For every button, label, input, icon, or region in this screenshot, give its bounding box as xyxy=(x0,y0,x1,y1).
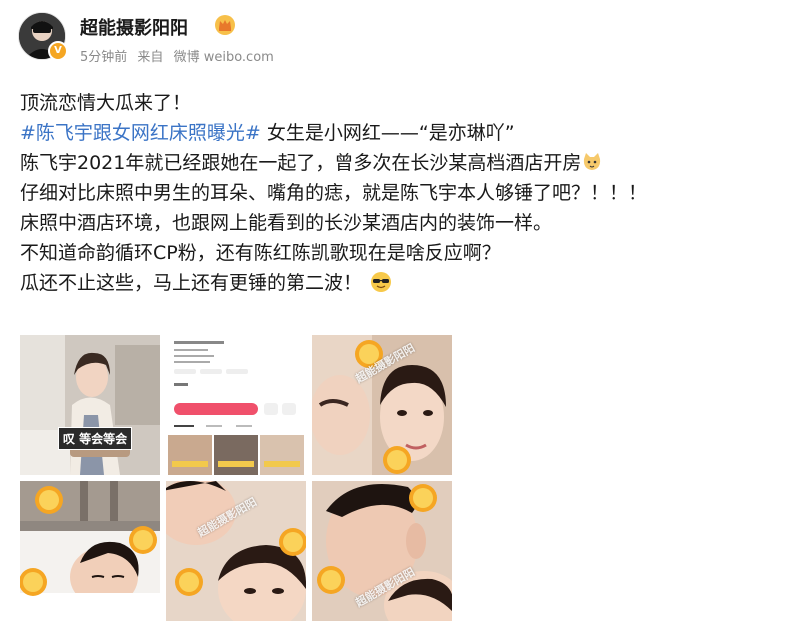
cat-face-emoji-icon xyxy=(584,153,601,170)
source-prefix: 来自 xyxy=(137,50,164,65)
post-image-5[interactable]: 超能摄影阳阳 xyxy=(166,481,306,621)
content-line-7: 瓜还不止这些，马上还有更锤的第二波！ xyxy=(20,268,780,298)
content-line-2: #陈飞宇跟女网红床照曝光# 女生是小网红——“是亦琳吖” xyxy=(20,118,780,148)
watermark-stamp-icon xyxy=(129,526,157,554)
author-name[interactable]: 超能摄影阳阳 xyxy=(80,14,188,40)
image-grid: 叹 等会等会 超能摄影阳阳 超能摄影阳阳 超能摄影阳阳 xyxy=(20,335,452,623)
verified-icon: V xyxy=(48,41,68,61)
content-line-2-rest: 女生是小网红——“是亦琳吖” xyxy=(260,122,515,144)
post-source[interactable]: 微博 weibo.com xyxy=(174,50,274,65)
post-image-4[interactable] xyxy=(20,481,160,621)
watermark-stamp-icon xyxy=(175,568,203,596)
hashtag-link[interactable]: #陈飞宇跟女网红床照曝光# xyxy=(20,122,261,144)
content-line-3-text: 陈飞宇2021年就已经跟她在一起了，曾多次在长沙某高档酒店开房 xyxy=(20,152,582,174)
post-image-2[interactable] xyxy=(166,335,306,475)
post-time[interactable]: 5分钟前 xyxy=(80,50,127,65)
watermark-stamp-icon xyxy=(317,566,345,594)
post-header: V 超能摄影阳阳 5分钟前 来自 微博 weibo.com xyxy=(18,12,778,68)
post-content: 顶流恋情大瓜来了！ #陈飞宇跟女网红床照曝光# 女生是小网红——“是亦琳吖” 陈… xyxy=(20,88,780,298)
content-line-7-text: 瓜还不止这些，马上还有更锤的第二波！ xyxy=(20,272,363,294)
crown-badge-icon xyxy=(215,15,235,35)
content-line-1: 顶流恋情大瓜来了！ xyxy=(20,92,192,114)
post-image-3[interactable]: 超能摄影阳阳 xyxy=(312,335,452,475)
post-meta: 5分钟前 来自 微博 weibo.com xyxy=(80,46,280,65)
avatar[interactable]: V xyxy=(18,12,68,61)
post-image-1[interactable]: 叹 等会等会 xyxy=(20,335,160,475)
content-line-3: 陈飞宇2021年就已经跟她在一起了，曾多次在长沙某高档酒店开房 xyxy=(20,148,780,178)
image-caption: 叹 等会等会 xyxy=(58,427,133,450)
content-line-6: 不知道命韵循环CP粉，还有陈红陈凯歌现在是啥反应啊？ xyxy=(20,242,501,264)
watermark-stamp-icon xyxy=(279,528,306,556)
watermark-stamp-icon xyxy=(35,486,63,514)
watermark-stamp-icon xyxy=(409,484,437,512)
content-line-5: 床照中酒店环境，也跟网上能看到的长沙某酒店内的装饰一样。 xyxy=(20,212,553,234)
post-image-6[interactable]: 超能摄影阳阳 xyxy=(312,481,452,621)
sunglasses-emoji-icon xyxy=(371,272,392,292)
watermark-stamp-icon xyxy=(20,568,47,596)
watermark-stamp-icon xyxy=(383,446,411,474)
content-line-4: 仔细对比床照中男生的耳朵、嘴角的痣，就是陈飞宇本人够锤了吧？！！！ xyxy=(20,182,648,204)
